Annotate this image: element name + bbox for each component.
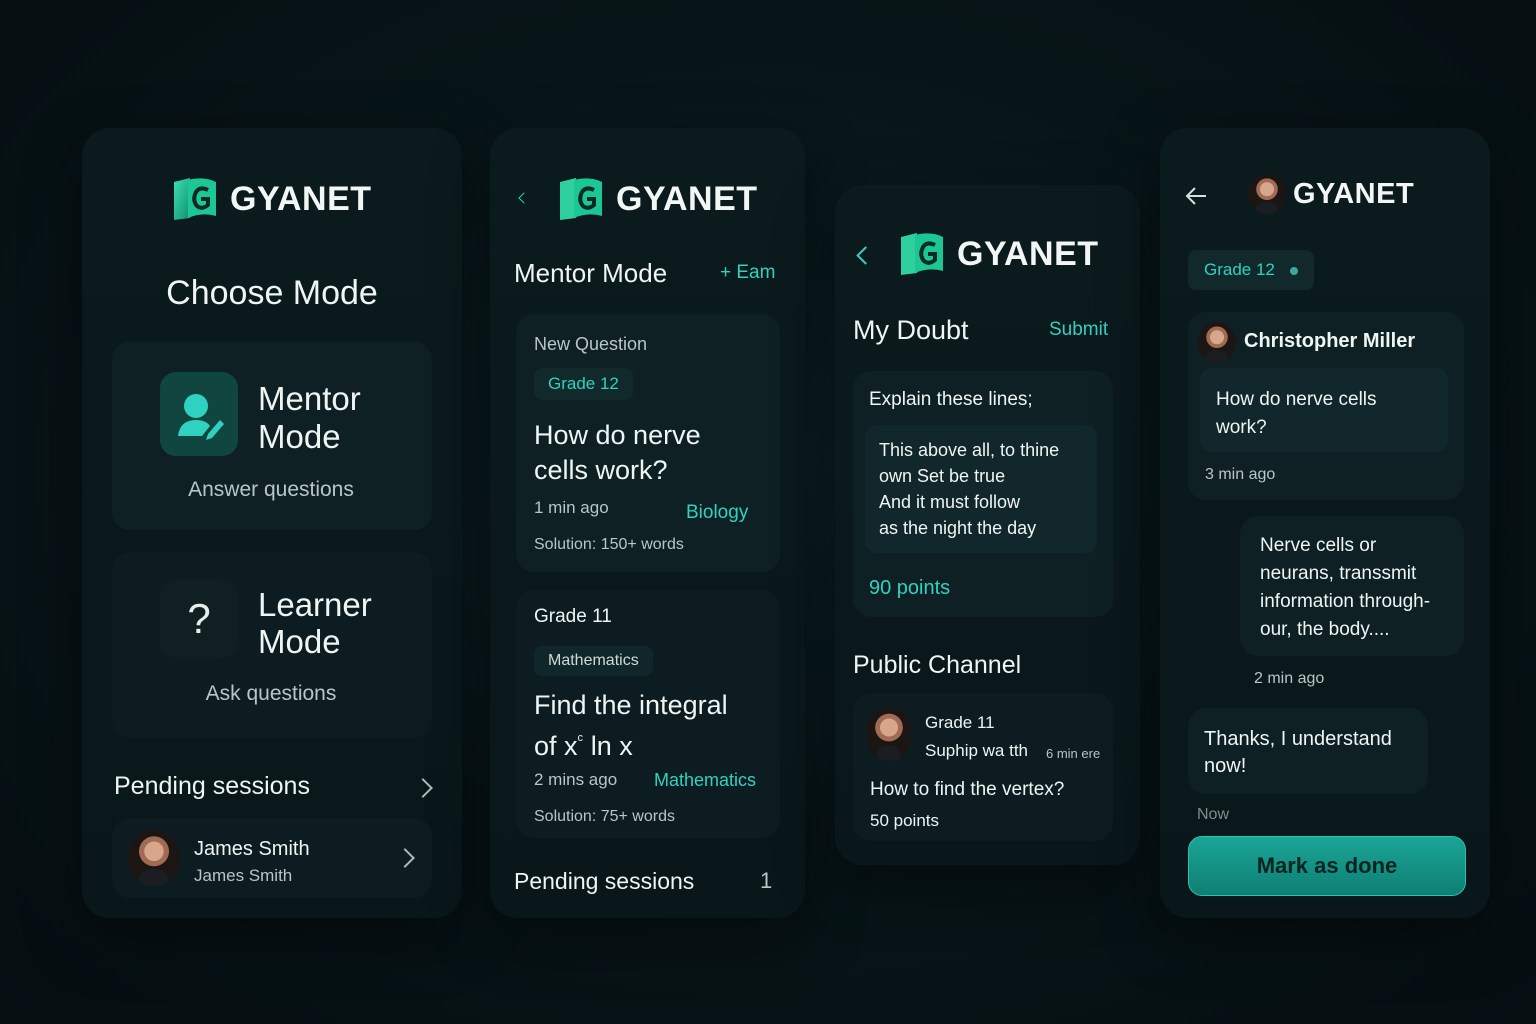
brand-name: GYANET (230, 179, 372, 218)
avatar (867, 707, 911, 761)
quote-box: This above all, to thine own Set be true… (865, 425, 1097, 553)
reply-bubble: Nerve cells or neurans, transsmit inform… (1240, 516, 1464, 656)
question-mark-icon: ? (160, 580, 238, 658)
mentor-mode-card[interactable]: Mentor Mode Answer questions (112, 342, 432, 530)
back-arrow-icon[interactable] (1184, 184, 1208, 208)
brand-logo: GYANET (897, 229, 1099, 279)
brand-logo: GYANET (170, 174, 372, 224)
mentor-mode-screen: GYANET Mentor Mode + Eam New Question Gr… (490, 128, 805, 918)
pending-sessions-label: Pending sessions (114, 772, 310, 800)
chevron-right-icon[interactable] (413, 778, 433, 798)
mark-as-done-button[interactable]: Mark as done (1188, 836, 1466, 896)
mentor-person-icon (160, 372, 238, 456)
message-line: Thanks, I understand (1204, 728, 1392, 750)
solution-length: Solution: 150+ words (534, 536, 684, 553)
question-title-line2: cells work? (534, 455, 668, 485)
message-line: How do nerve cells (1216, 389, 1377, 410)
learner-title-line1: Learner (258, 586, 372, 623)
pending-sessions-label[interactable]: Pending sessions (514, 868, 694, 895)
avatar (1248, 174, 1286, 214)
choose-mode-screen: GYANET Choose Mode Mentor Mode Answer qu… (82, 128, 462, 918)
page-title: Choose Mode (166, 274, 378, 312)
doubt-prompt: Explain these lines; (869, 389, 1033, 410)
question-title-line1: Find the integral (534, 690, 728, 720)
user-name: Christopher Miller (1244, 330, 1416, 352)
post-points: 50 points (870, 811, 939, 830)
points-label: 90 points (869, 577, 951, 599)
learner-subtitle: Ask questions (205, 682, 337, 705)
my-doubt-screen: GYANET My Doubt Submit Explain these lin… (835, 185, 1140, 865)
new-question-tag: New Question (534, 334, 648, 354)
avatar (1198, 322, 1236, 362)
grade-label: Grade 12 (1204, 260, 1275, 279)
submit-button[interactable]: Submit (1049, 319, 1108, 341)
book-g-logo-icon (174, 178, 216, 220)
session-name: James Smith (194, 838, 310, 860)
quote-line: And it must follow (879, 492, 1021, 512)
post-author: Suphip wa tth (925, 741, 1029, 760)
avatar (128, 830, 180, 886)
session-row[interactable]: James Smith James Smith (112, 818, 432, 898)
status-dot (1289, 266, 1298, 275)
chevron-right-icon[interactable] (395, 848, 415, 868)
reply-time: 2 min ago (1254, 670, 1325, 687)
mentor-title-line1: Mentor (258, 380, 361, 417)
public-channel-title: Public Channel (853, 651, 1022, 679)
reply-line: neurans, transsmit (1260, 563, 1417, 584)
grade-label: Grade 11 (534, 606, 612, 627)
add-button[interactable]: + Eam (720, 262, 775, 284)
grade-chip: Grade 12 (534, 368, 633, 400)
brand-name: GYANET (957, 234, 1099, 273)
brand-logo: GYANET (556, 174, 758, 224)
question-time: 2 mins ago (534, 770, 618, 789)
brand-name: GYANET (616, 179, 758, 218)
learner-mode-card[interactable]: ? Learner Mode Ask questions (112, 552, 432, 738)
session-subtitle: James Smith (194, 866, 293, 885)
post-time: 6 min ere (1046, 746, 1101, 761)
message-card: Christopher Miller How do nerve cells wo… (1188, 312, 1464, 500)
book-g-logo-icon (560, 178, 602, 220)
question-time: 1 min ago (534, 498, 609, 517)
quote-line: own Set be true (879, 466, 1006, 486)
quote-line: This above all, to thine (879, 440, 1060, 460)
mentor-title-line2: Mode (258, 418, 341, 455)
question-card[interactable]: Grade 11 Mathematics Find the integral o… (516, 590, 780, 838)
back-chevron-icon[interactable] (856, 246, 875, 265)
title-part: ln x (583, 731, 633, 761)
subject-label: Biology (686, 502, 749, 523)
screen-title: Mentor Mode (514, 258, 668, 288)
question-title-line1: How do nerve (534, 420, 701, 450)
post-question: How to find the vertex? (870, 779, 1065, 800)
pending-count: 1 (760, 868, 773, 893)
solution-length: Solution: 75+ words (534, 808, 675, 825)
book-g-logo-icon (901, 233, 943, 275)
title-part: of x (534, 731, 578, 761)
message-line: now! (1204, 755, 1247, 777)
message-time: Now (1197, 806, 1230, 823)
message-bubble: How do nerve cells work? (1200, 368, 1448, 452)
quote-line: as the night the day (879, 518, 1037, 538)
reply-line: information through- (1260, 591, 1431, 612)
subject-chip: Mathematics (534, 646, 653, 676)
question-card[interactable]: New Question Grade 12 How do nerve cells… (516, 314, 780, 572)
reply-line: our, the body.... (1260, 619, 1390, 640)
message-time: 3 min ago (1205, 466, 1276, 483)
screen-title: My Doubt (853, 315, 969, 345)
subject-label: Mathematics (654, 770, 757, 790)
learner-title-line2: Mode (258, 623, 341, 660)
post-grade: Grade 11 (925, 713, 995, 732)
reply-line: Nerve cells or (1260, 535, 1377, 556)
brand-name: GYANET (1293, 178, 1415, 210)
mentor-subtitle: Answer questions (188, 478, 354, 501)
question-title-line2: of xᶜ ln x (534, 723, 728, 764)
back-chevron-icon[interactable] (518, 192, 530, 204)
grade-chip: Grade 12 (1188, 250, 1314, 290)
message-bubble: Thanks, I understand now! (1188, 708, 1428, 794)
message-line: work? (1216, 417, 1267, 438)
chat-screen: GYANET Grade 12 Christopher Miller How d… (1160, 128, 1490, 918)
channel-post[interactable]: Grade 11 Suphip wa tth 6 min ere How to … (853, 693, 1113, 841)
doubt-card: Explain these lines; This above all, to … (853, 371, 1113, 617)
